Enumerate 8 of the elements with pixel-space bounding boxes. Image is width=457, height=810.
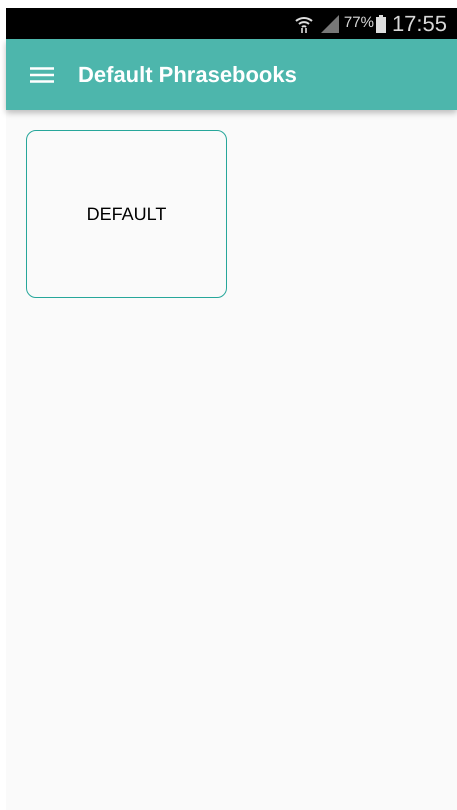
battery-icon bbox=[376, 14, 386, 32]
menu-icon[interactable] bbox=[30, 66, 54, 82]
wifi-icon bbox=[294, 14, 314, 32]
app-bar-title: Default Phrasebooks bbox=[78, 61, 297, 89]
battery-percent: 77% bbox=[344, 13, 374, 34]
clock-time: 17:55 bbox=[392, 10, 447, 38]
phrasebook-card[interactable]: DEFAULT bbox=[26, 130, 227, 298]
signal-icon bbox=[320, 14, 340, 32]
